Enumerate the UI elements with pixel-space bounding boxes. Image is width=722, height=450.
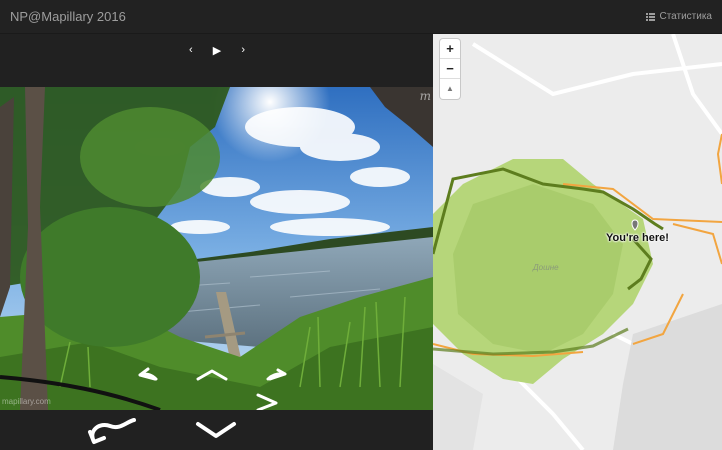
app-title[interactable]: NP@Mapillary 2016 bbox=[10, 9, 126, 24]
next-frame-button[interactable]: › bbox=[241, 44, 245, 56]
photo-caption: mapillary.com bbox=[2, 397, 51, 406]
zoom-controls: + − ▲ bbox=[440, 39, 460, 99]
stats-label: Статистика bbox=[659, 11, 712, 22]
map-panel[interactable]: + − ▲ Дошне You're here! bbox=[433, 34, 722, 450]
photo-scene bbox=[0, 87, 433, 410]
street-photo[interactable]: m mapillary.com bbox=[0, 87, 433, 410]
compass-icon: ▲ bbox=[446, 84, 454, 93]
sequence-controls: ‹ ▶ › bbox=[189, 42, 245, 58]
bottom-navigation bbox=[88, 418, 236, 444]
zoom-out-button[interactable]: − bbox=[440, 59, 460, 79]
mapillary-watermark: m bbox=[419, 89, 431, 103]
compass-button[interactable]: ▲ bbox=[440, 79, 460, 99]
zoom-in-button[interactable]: + bbox=[440, 39, 460, 59]
prev-frame-button[interactable]: ‹ bbox=[189, 44, 193, 56]
list-icon bbox=[646, 12, 656, 21]
turn-around-icon bbox=[88, 418, 136, 444]
place-label: Дошне bbox=[533, 263, 559, 272]
play-button[interactable]: ▶ bbox=[213, 44, 221, 57]
step-back-icon bbox=[196, 422, 236, 438]
you-are-here-label: You're here! bbox=[606, 232, 669, 244]
map-canvas bbox=[433, 34, 722, 450]
stats-link[interactable]: Статистика bbox=[646, 11, 712, 22]
top-navbar: NP@Mapillary 2016 Статистика bbox=[0, 0, 722, 34]
photo-viewer: ‹ ▶ › m mapillary.com bbox=[0, 34, 433, 450]
